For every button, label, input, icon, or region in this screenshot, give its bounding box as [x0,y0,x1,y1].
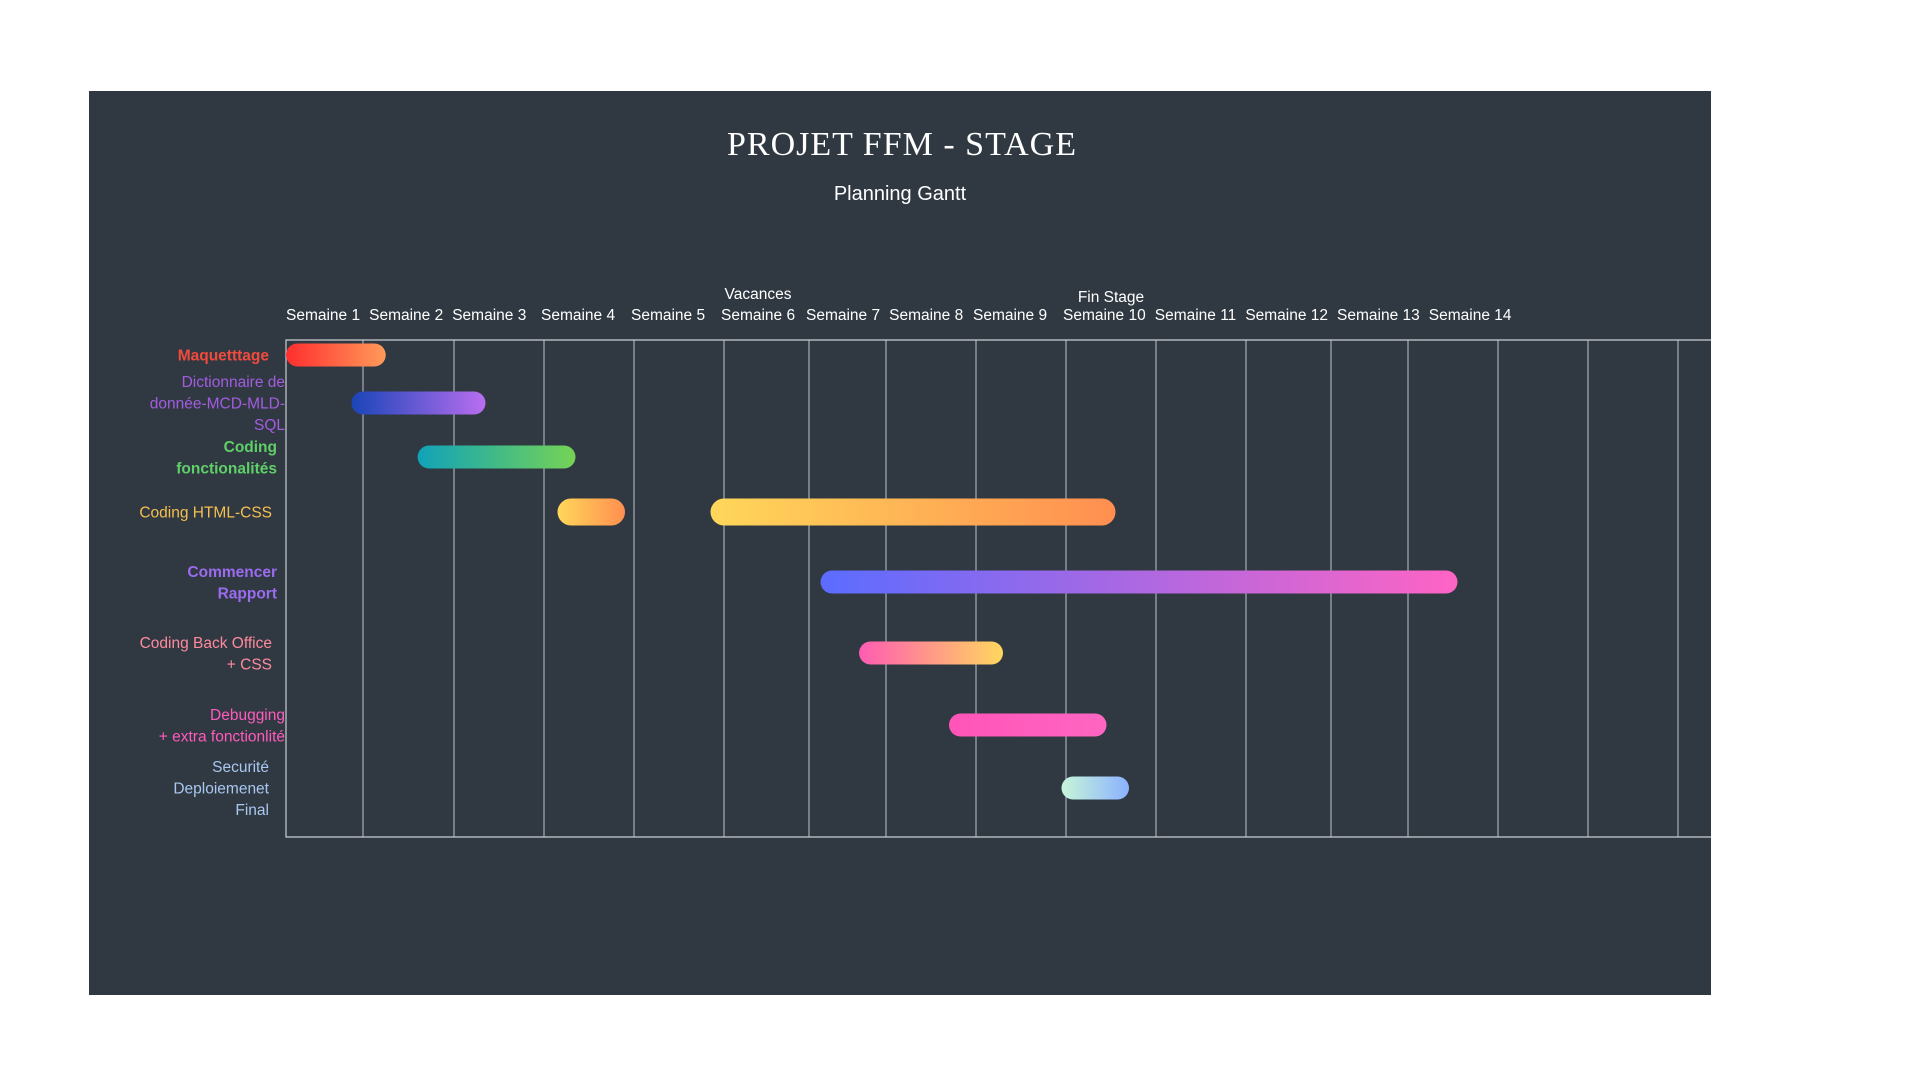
week-tick-label: Semaine 11 [1155,307,1237,324]
task-bar [820,570,1458,594]
task-bar [949,713,1107,737]
week-tick-label: Semaine 3 [452,307,526,324]
task-label: Coding fonctionalités [176,439,277,478]
task-label: Securité Deploiemenet Final [173,759,269,819]
marker-label: Vacances [725,286,792,303]
week-tick-label: Semaine 4 [541,307,615,324]
task-label: Coding Back Office + CSS [140,635,272,674]
gantt-chart: Semaine 1 Semaine 2 Semaine 3 Semaine 4 Sema… [139,286,1711,838]
task-bar [557,498,625,526]
week-tick-label: Semaine 9 [973,307,1047,324]
week-tick-label: Semaine 2 [369,307,443,324]
chart-panel: PROJET FFM - STAGE Planning Gantt Semain… [89,91,1711,995]
task-label: Commencer Rapport [187,564,277,603]
task-bar [286,343,386,367]
task-bar [351,391,486,415]
task-bar [1061,776,1129,800]
task-bars [286,343,1458,800]
task-label: Debugging + extra fonctionlité [159,707,285,746]
marker-labels: Vacances Fin Stage [725,286,1145,306]
week-tick-label: Semaine 6 [721,307,795,324]
week-tick-label: Semaine 12 [1245,307,1328,324]
task-label: Dictionnaire de donnée-MCD-MLD-SQL [150,374,286,434]
week-tick-label: Semaine 1 [286,307,360,324]
week-tick-labels: Semaine 1 Semaine 2 Semaine 3 Semaine 4 Sema… [286,307,1512,324]
task-label: Coding HTML-CSS [139,505,272,522]
task-bar [417,445,576,469]
week-tick-label: Semaine 7 [806,307,880,324]
week-tick-label: Semaine 5 [631,307,705,324]
task-labels: Maquetttage Dictionnaire de donnée-MCD-MLD… [139,348,285,820]
week-tick-label: Semaine 10 [1063,307,1146,324]
task-label: Maquetttage [178,348,270,365]
task-bar [710,498,1116,526]
marker-label: Fin Stage [1078,289,1144,306]
week-tick-label: Semaine 8 [889,307,963,324]
week-tick-label: Semaine 14 [1429,307,1512,324]
task-bar [859,641,1003,665]
week-tick-label: Semaine 13 [1337,307,1420,324]
